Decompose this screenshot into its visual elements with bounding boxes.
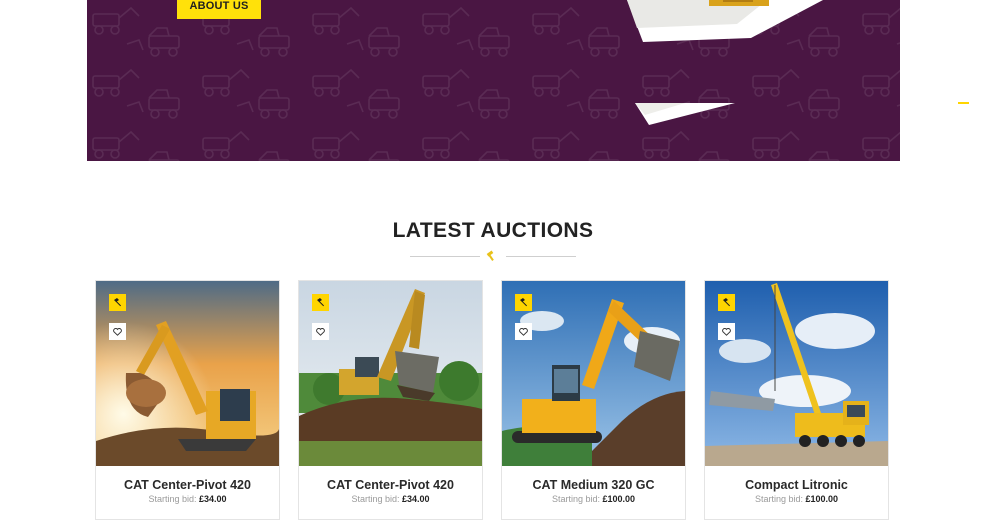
hero-image-card-top (627, 0, 823, 42)
bid-amount: £34.00 (199, 494, 227, 504)
favorite-button[interactable] (718, 323, 735, 340)
accent-dash (958, 102, 969, 104)
bid-label: Starting bid: (148, 494, 197, 504)
section-title: LATEST AUCTIONS (392, 219, 594, 242)
auction-card[interactable]: CAT Center-Pivot 420 Starting bid: £34.0… (298, 280, 483, 520)
auction-card[interactable]: CAT Medium 320 GC Starting bid: £100.00 (501, 280, 686, 520)
auction-bid: Starting bid: £100.00 (705, 494, 888, 504)
gavel-icon (515, 294, 532, 311)
title-divider (410, 250, 576, 262)
auction-title[interactable]: CAT Center-Pivot 420 (299, 478, 482, 492)
favorite-button[interactable] (515, 323, 532, 340)
auction-title[interactable]: CAT Medium 320 GC (502, 478, 685, 492)
bid-amount: £100.00 (805, 494, 839, 504)
favorite-button[interactable] (312, 323, 329, 340)
bid-label: Starting bid: (551, 494, 600, 504)
bid-label: Starting bid: (351, 494, 400, 504)
auction-image[interactable] (96, 281, 279, 466)
auction-title[interactable]: CAT Center-Pivot 420 (96, 478, 279, 492)
auction-card[interactable]: CAT Center-Pivot 420 Starting bid: £34.0… (95, 280, 280, 520)
auction-card[interactable]: Compact Litronic Starting bid: £100.00 (704, 280, 889, 520)
auction-image[interactable] (705, 281, 888, 466)
auction-bid: Starting bid: £100.00 (502, 494, 685, 504)
favorite-button[interactable] (109, 323, 126, 340)
divider-line-left (410, 256, 480, 257)
auction-bid: Starting bid: £34.00 (299, 494, 482, 504)
bid-amount: £34.00 (402, 494, 430, 504)
gavel-icon (718, 294, 735, 311)
gavel-icon (486, 250, 494, 261)
auction-image[interactable] (299, 281, 482, 466)
hero-banner: ABOUT US (87, 0, 900, 161)
auction-bid: Starting bid: £34.00 (96, 494, 279, 504)
heart-icon (722, 327, 731, 336)
bid-label: Starting bid: (754, 494, 803, 504)
gavel-icon (109, 294, 126, 311)
divider-line-right (506, 256, 576, 257)
heart-icon (519, 327, 528, 336)
gavel-icon (312, 294, 329, 311)
heart-icon (316, 327, 325, 336)
auction-title[interactable]: Compact Litronic (705, 478, 888, 492)
bid-amount: £100.00 (602, 494, 636, 504)
auction-image[interactable] (502, 281, 685, 466)
hero-image-card-bottom (635, 103, 735, 125)
heart-icon (113, 327, 122, 336)
about-us-button[interactable]: ABOUT US (177, 0, 261, 19)
